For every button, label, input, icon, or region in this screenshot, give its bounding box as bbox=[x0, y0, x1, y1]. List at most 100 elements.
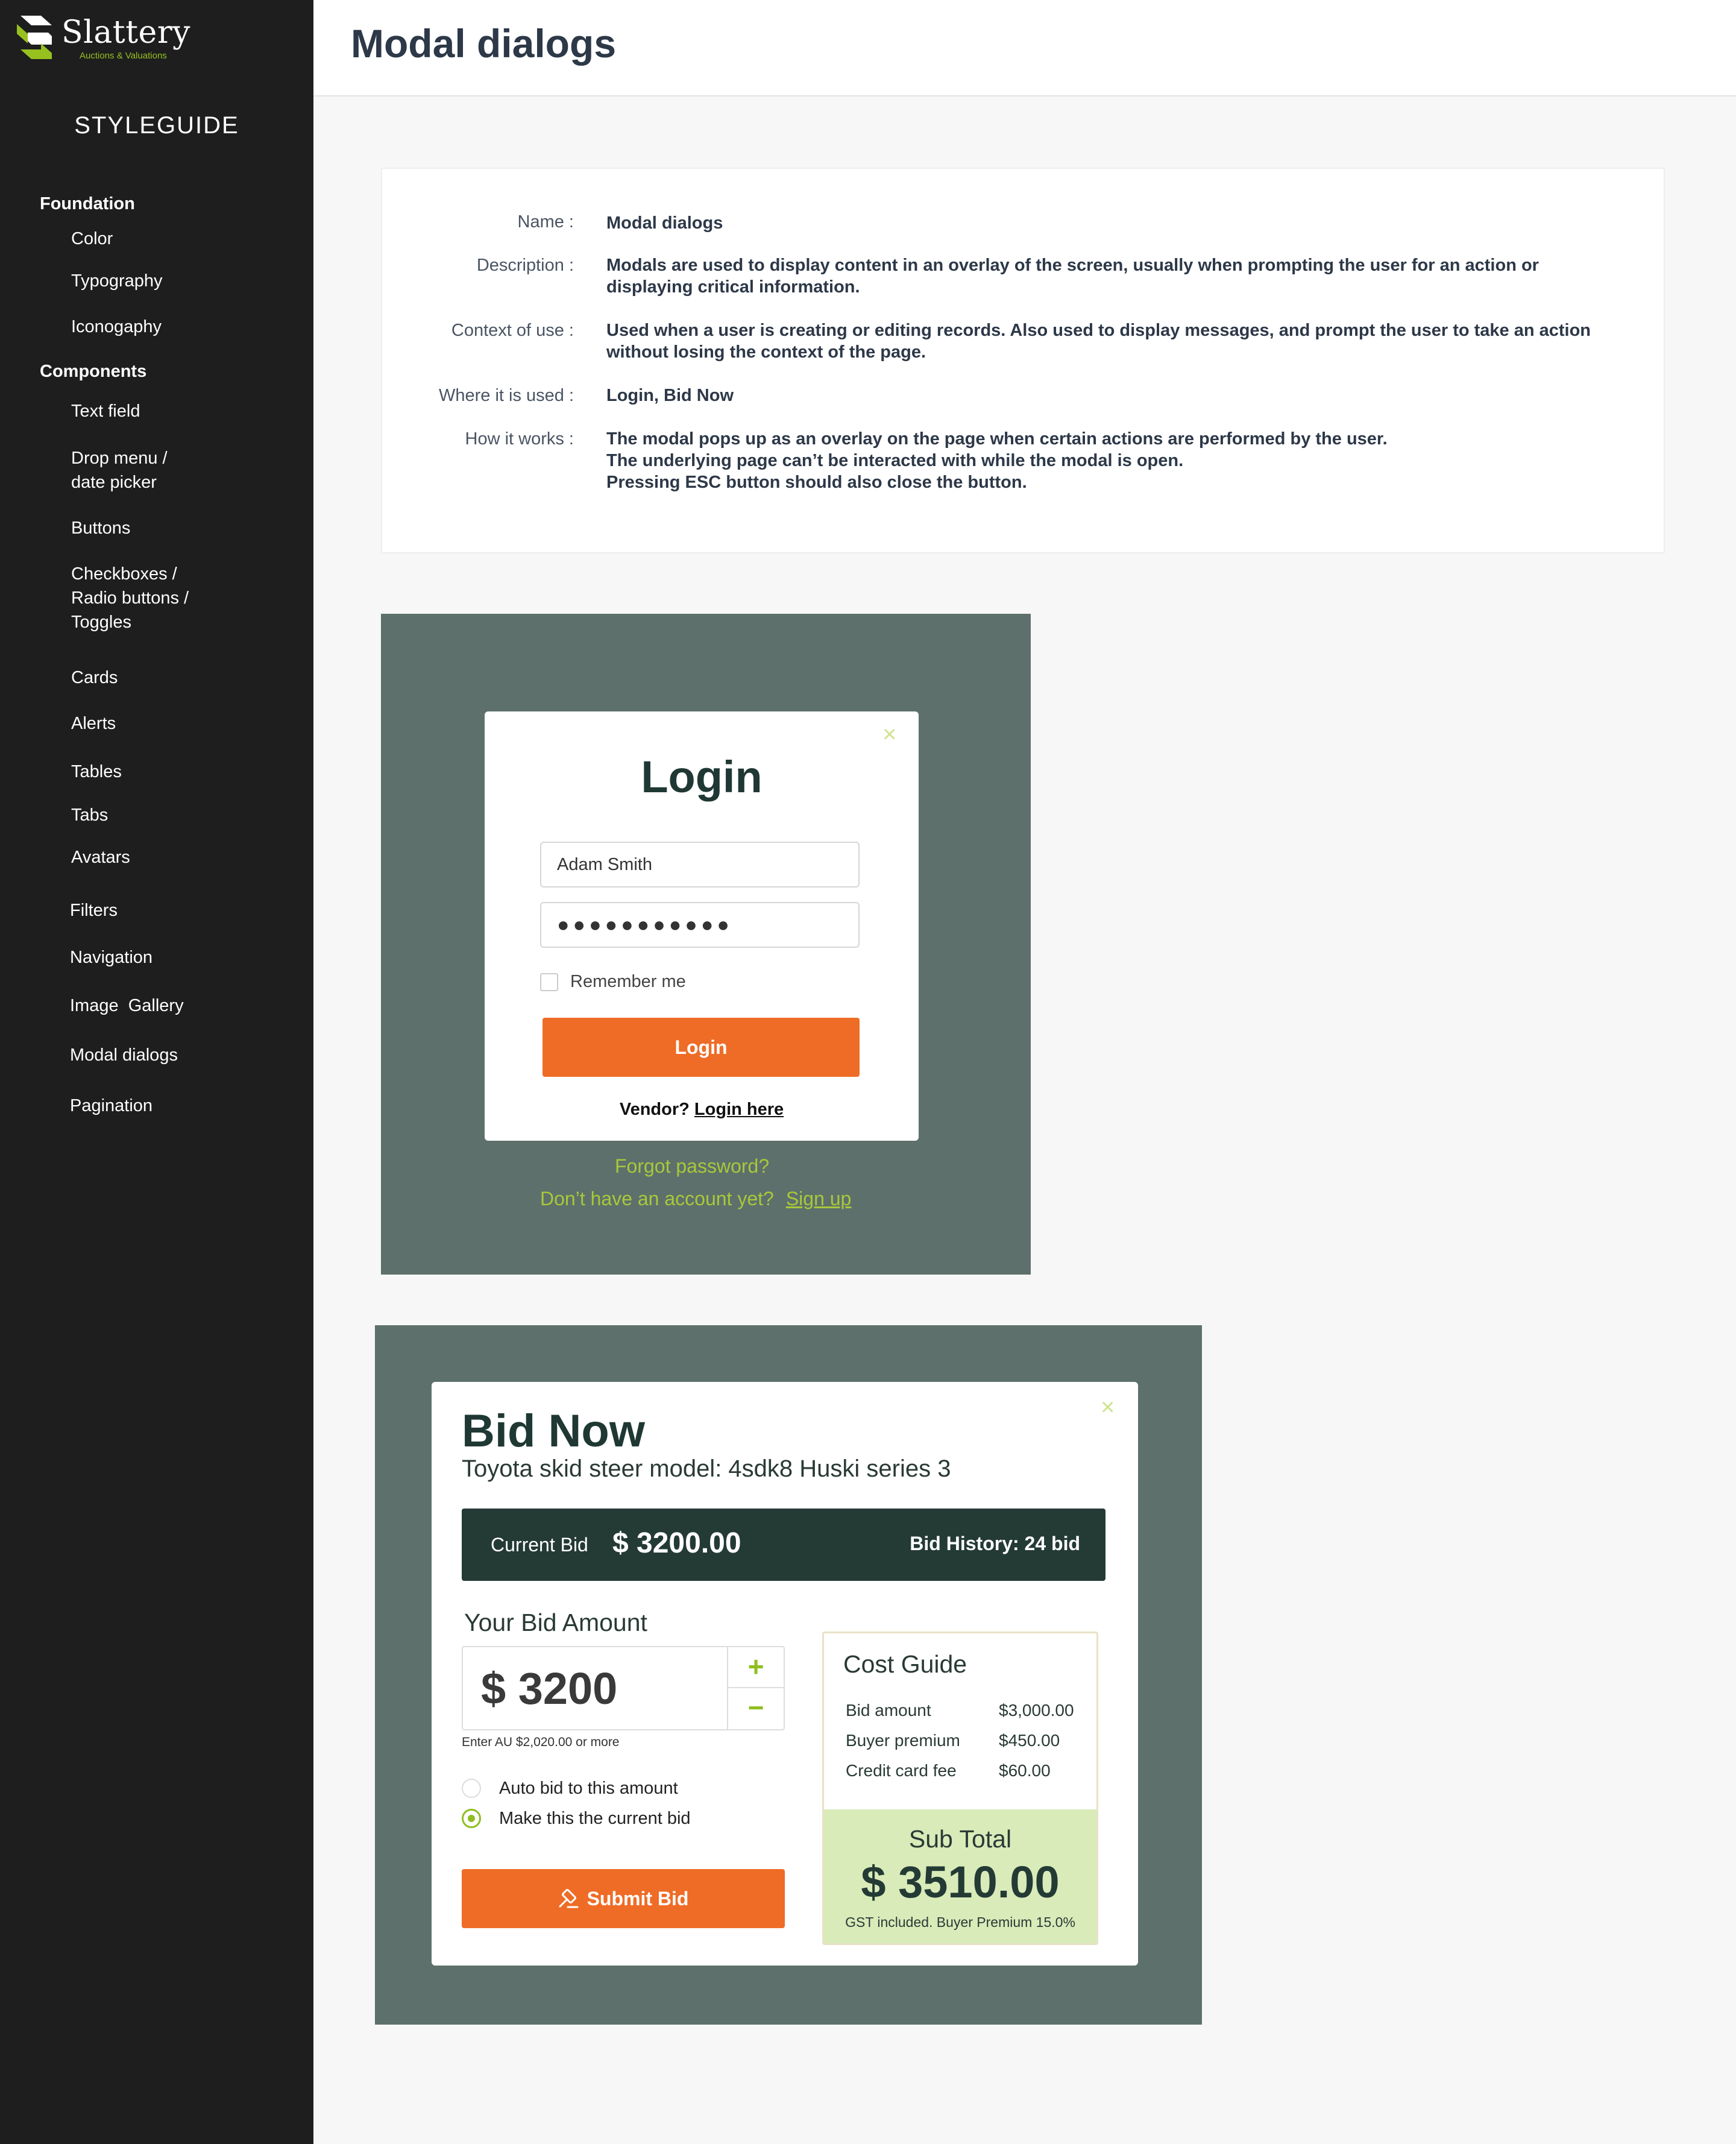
info-value-how: The modal pops up as an overlay on the p… bbox=[606, 428, 1619, 493]
page-title: Modal dialogs bbox=[351, 21, 617, 66]
nav-item-navigation[interactable]: Navigation bbox=[70, 945, 153, 970]
login-overlay: × Login Remember me Login Vendor? Login … bbox=[381, 614, 1031, 1275]
nav-item-tables[interactable]: Tables bbox=[71, 760, 122, 784]
nav-item-pagination[interactable]: Pagination bbox=[70, 1094, 153, 1118]
cost-row-label: Bid amount bbox=[846, 1701, 931, 1720]
bid-amount-value[interactable]: $ 3200 bbox=[481, 1663, 617, 1714]
nav-item-checkboxes[interactable]: Checkboxes / Radio buttons / Toggles bbox=[71, 562, 189, 634]
radio-auto-bid-button[interactable] bbox=[462, 1779, 481, 1798]
nav-item-filters[interactable]: Filters bbox=[70, 898, 118, 922]
no-account-text: Don’t have an account yet? bbox=[540, 1188, 774, 1209]
gavel-icon bbox=[559, 1888, 579, 1908]
sidebar: Slattery Auctions & Valuations STYLEGUID… bbox=[0, 0, 313, 2144]
cost-row-value: $60.00 bbox=[999, 1761, 1051, 1780]
bid-subtitle: Toyota skid steer model: 4sdk8 Huski ser… bbox=[462, 1455, 951, 1482]
nav-item-checkboxes-line3: Toggles bbox=[71, 613, 131, 632]
nav-item-drop-menu-line1: Drop menu / bbox=[71, 449, 168, 468]
submit-bid-button[interactable]: Submit Bid bbox=[462, 1869, 785, 1928]
login-modal: × Login Remember me Login Vendor? Login … bbox=[485, 711, 919, 1141]
current-bid-value: $ 3200.00 bbox=[612, 1527, 741, 1559]
vendor-login-link[interactable]: Login here bbox=[694, 1100, 784, 1119]
nav-item-drop-menu-line2: date picker bbox=[71, 473, 157, 492]
nav-item-avatars[interactable]: Avatars bbox=[71, 845, 130, 869]
radio-current-bid-label: Make this the current bid bbox=[499, 1809, 691, 1828]
info-description-line: displaying critical information. bbox=[606, 277, 860, 297]
info-label-description: Description : bbox=[476, 256, 574, 275]
nav-item-iconography[interactable]: Iconogaphy bbox=[71, 315, 162, 339]
nav-item-checkboxes-line1: Checkboxes / bbox=[71, 564, 177, 584]
info-how-line: The underlying page can’t be interacted … bbox=[606, 451, 1184, 470]
nav-item-modal-dialogs[interactable]: Modal dialogs bbox=[70, 1043, 178, 1067]
nav-item-text-field[interactable]: Text field bbox=[71, 399, 140, 423]
forgot-password-link[interactable]: Forgot password? bbox=[615, 1155, 769, 1178]
subtotal-label: Sub Total bbox=[908, 1825, 1012, 1853]
info-value-where: Login, Bid Now bbox=[606, 386, 734, 405]
close-icon[interactable]: × bbox=[1101, 1395, 1115, 1419]
nav-section-foundation: Foundation bbox=[40, 194, 135, 213]
cost-guide: Cost Guide Bid amount $3,000.00 Buyer pr… bbox=[822, 1632, 1098, 1945]
cost-row-label: Buyer premium bbox=[846, 1731, 960, 1750]
radio-auto-bid-label: Auto bid to this amount bbox=[499, 1779, 678, 1798]
bid-title: Bid Now bbox=[462, 1405, 645, 1457]
login-button[interactable]: Login bbox=[542, 1018, 860, 1077]
info-context-line: Used when a user is creating or editing … bbox=[606, 321, 1591, 340]
info-card: Name : Modal dialogs Description : Modal… bbox=[381, 168, 1665, 553]
cost-row-label: Credit card fee bbox=[846, 1761, 957, 1780]
stepper-controls: + − bbox=[727, 1647, 784, 1729]
info-label-name: Name : bbox=[517, 212, 574, 232]
submit-bid-label: Submit Bid bbox=[587, 1887, 689, 1909]
subtotal-panel: Sub Total $ 3510.00 GST included. Buyer … bbox=[824, 1809, 1096, 1943]
nav-section-components: Components bbox=[40, 362, 147, 381]
page-header: Modal dialogs bbox=[313, 0, 1736, 96]
current-bid-bar: Current Bid $ 3200.00 Bid History: 24 bi… bbox=[462, 1509, 1105, 1581]
nav-item-alerts[interactable]: Alerts bbox=[71, 711, 116, 736]
login-title: Login bbox=[641, 752, 763, 802]
logo[interactable]: Slattery Auctions & Valuations bbox=[17, 14, 216, 63]
bid-modal: × Bid Now Toyota skid steer model: 4sdk8… bbox=[432, 1382, 1138, 1966]
nav-item-color[interactable]: Color bbox=[71, 227, 113, 251]
vendor-login: Vendor? Login here bbox=[485, 1100, 919, 1120]
remember-me-checkbox[interactable] bbox=[540, 973, 558, 991]
minus-icon[interactable]: − bbox=[728, 1688, 784, 1729]
bid-overlay: × Bid Now Toyota skid steer model: 4sdk8… bbox=[375, 1325, 1202, 2025]
brand-name: Slattery bbox=[61, 14, 191, 51]
nav-item-checkboxes-line2: Radio buttons / bbox=[71, 588, 189, 608]
your-bid-label: Your Bid Amount bbox=[464, 1609, 647, 1636]
info-description-line: Modals are used to display content in an… bbox=[606, 256, 1539, 275]
remember-me-label: Remember me bbox=[570, 972, 686, 991]
info-how-line: Pressing ESC button should also close th… bbox=[606, 473, 1027, 492]
username-field[interactable] bbox=[540, 842, 860, 888]
info-value-description: Modals are used to display content in an… bbox=[606, 254, 1619, 298]
info-how-line: The modal pops up as an overlay on the p… bbox=[606, 429, 1388, 449]
nav-item-image-gallery[interactable]: Image Gallery bbox=[70, 994, 184, 1018]
nav-item-drop-menu[interactable]: Drop menu / date picker bbox=[71, 446, 168, 494]
info-value-name: Modal dialogs bbox=[606, 213, 723, 233]
nav-item-buttons[interactable]: Buttons bbox=[71, 516, 130, 540]
password-field[interactable] bbox=[540, 902, 860, 948]
info-label-how: How it works : bbox=[465, 429, 574, 449]
nav-item-tabs[interactable]: Tabs bbox=[71, 803, 108, 827]
close-icon[interactable]: × bbox=[882, 722, 896, 746]
subtotal-value: $ 3510.00 bbox=[861, 1857, 1060, 1907]
cost-row-value: $450.00 bbox=[999, 1731, 1060, 1750]
nav-item-cards[interactable]: Cards bbox=[71, 666, 118, 690]
subtotal-note: GST included. Buyer Premium 15.0% bbox=[845, 1914, 1075, 1930]
nav-item-typography[interactable]: Typography bbox=[71, 269, 163, 293]
signup-link[interactable]: Sign up bbox=[786, 1188, 852, 1209]
signup-prompt: Don’t have an account yet? Sign up bbox=[540, 1188, 851, 1210]
bid-history-link[interactable]: Bid History: 24 bid bbox=[910, 1533, 1080, 1555]
plus-icon[interactable]: + bbox=[728, 1647, 784, 1688]
current-bid-label: Current Bid bbox=[491, 1534, 588, 1556]
info-context-line: without losing the context of the page. bbox=[606, 342, 926, 362]
styleguide-heading: STYLEGUIDE bbox=[74, 112, 239, 139]
brand-tagline: Auctions & Valuations bbox=[80, 51, 167, 61]
bid-amount-stepper[interactable]: $ 3200 + − bbox=[462, 1646, 785, 1730]
cost-guide-title: Cost Guide bbox=[843, 1650, 967, 1678]
info-value-context: Used when a user is creating or editing … bbox=[606, 320, 1619, 363]
radio-current-bid-button[interactable] bbox=[462, 1809, 481, 1828]
cost-row-value: $3,000.00 bbox=[999, 1701, 1074, 1720]
slattery-logo-icon bbox=[17, 16, 52, 59]
vendor-text: Vendor? bbox=[619, 1100, 690, 1119]
bid-amount-hint: Enter AU $2,020.00 or more bbox=[462, 1735, 620, 1749]
info-label-where: Where it is used : bbox=[438, 386, 574, 405]
